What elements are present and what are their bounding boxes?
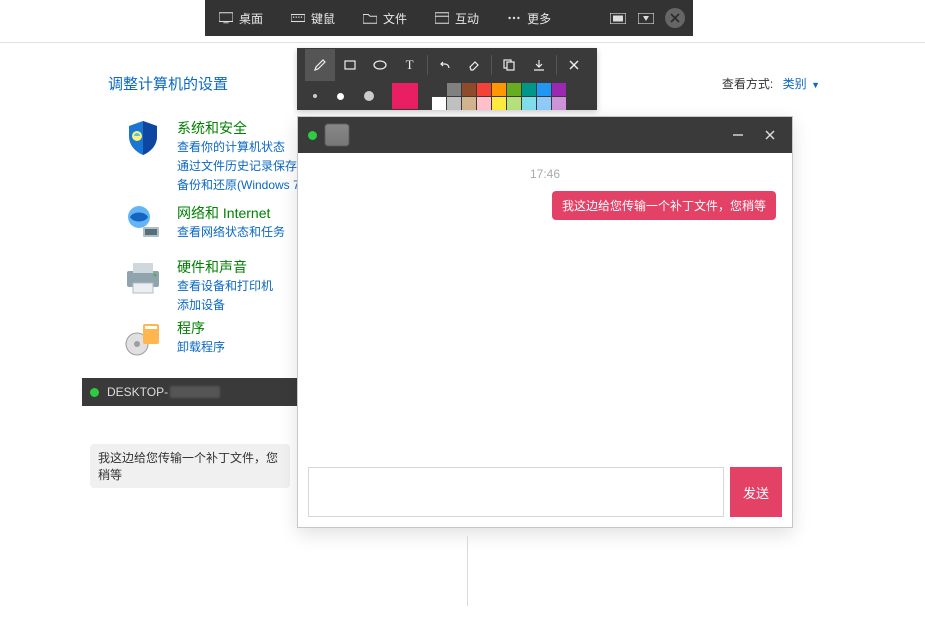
chat-window: 17:46 我这边给您传输一个补丁文件，您稍等 发送 xyxy=(297,116,793,528)
category-title-link[interactable]: 硬件和声音 xyxy=(177,257,273,277)
view-by: 查看方式: 类别 ▼ xyxy=(722,75,820,92)
color-swatch[interactable] xyxy=(477,97,491,110)
color-swatch[interactable] xyxy=(537,97,551,110)
toolbar-keymouse[interactable]: 键鼠 xyxy=(277,0,349,36)
chat-input[interactable] xyxy=(308,467,724,517)
copy-button[interactable] xyxy=(494,49,524,81)
category-sublink[interactable]: 添加设备 xyxy=(177,296,273,315)
category-network: 网络和 Internet 查看网络状态和任务 xyxy=(123,203,285,243)
stroke-size-large[interactable] xyxy=(364,91,374,101)
color-swatch[interactable] xyxy=(462,83,476,96)
color-swatch[interactable] xyxy=(537,83,551,96)
category-programs: 程序 卸载程序 xyxy=(123,318,225,358)
current-color-swatch[interactable] xyxy=(392,83,418,109)
category-sublink[interactable]: 通过文件历史记录保存你 xyxy=(177,157,309,176)
category-sublink[interactable]: 卸载程序 xyxy=(177,338,225,357)
color-swatch[interactable] xyxy=(507,83,521,96)
toolbar-close-button[interactable] xyxy=(665,8,685,28)
toolbar-interact[interactable]: 互动 xyxy=(421,0,493,36)
undo-button[interactable] xyxy=(430,49,460,81)
color-swatches xyxy=(432,83,566,110)
toolbar-item-label: 互动 xyxy=(455,10,479,27)
color-swatch[interactable] xyxy=(432,83,446,96)
stroke-size-small[interactable] xyxy=(313,94,317,98)
category-sublink[interactable]: 查看网络状态和任务 xyxy=(177,223,285,242)
redacted-text xyxy=(170,386,220,398)
eraser-tool[interactable] xyxy=(459,49,489,81)
category-title-link[interactable]: 系统和安全 xyxy=(177,118,309,138)
view-by-dropdown[interactable]: 类别 ▼ xyxy=(783,77,820,91)
window-icon xyxy=(435,12,449,24)
category-system-security: 系统和安全 查看你的计算机状态 通过文件历史记录保存你 备份和还原(Window… xyxy=(123,118,309,196)
toolbar-more[interactable]: 更多 xyxy=(493,0,565,36)
color-swatch[interactable] xyxy=(462,97,476,110)
background-chat-titlebar[interactable]: DESKTOP- xyxy=(82,378,298,406)
programs-icon xyxy=(123,318,163,358)
window-minimize-button[interactable] xyxy=(722,117,754,153)
window-close-button[interactable] xyxy=(754,117,786,153)
toolbar-item-label: 桌面 xyxy=(239,10,263,27)
category-hardware-sound: 硬件和声音 查看设备和打印机 添加设备 xyxy=(123,257,273,315)
background-chat-bubble: 我这边给您传输一个补丁文件，您稍等 xyxy=(90,444,290,488)
keyboard-icon xyxy=(291,12,305,24)
stroke-size-medium[interactable] xyxy=(337,93,344,100)
color-swatch[interactable] xyxy=(492,83,506,96)
toolbar-desktop[interactable]: 桌面 xyxy=(205,0,277,36)
remote-toolbar: 桌面 键鼠 文件 互动 更多 xyxy=(205,0,693,36)
toolbar-minimize-button[interactable] xyxy=(637,12,655,24)
annotation-close-button[interactable] xyxy=(559,49,589,81)
view-by-label: 查看方式: xyxy=(722,77,773,91)
color-swatch[interactable] xyxy=(522,97,536,110)
send-button[interactable]: 发送 xyxy=(730,467,782,517)
ellipsis-icon xyxy=(507,12,521,24)
divider xyxy=(467,536,468,606)
color-swatch[interactable] xyxy=(477,83,491,96)
pencil-tool[interactable] xyxy=(305,49,335,81)
color-swatch[interactable] xyxy=(432,97,446,110)
toolbar-item-label: 更多 xyxy=(527,10,551,27)
chat-titlebar[interactable] xyxy=(298,117,792,153)
rectangle-tool[interactable] xyxy=(335,49,365,81)
printer-icon xyxy=(123,257,163,297)
globe-network-icon xyxy=(123,203,163,243)
text-tool[interactable]: T xyxy=(395,49,425,81)
shield-icon xyxy=(123,118,163,158)
color-swatch[interactable] xyxy=(552,83,566,96)
download-button[interactable] xyxy=(524,49,554,81)
color-swatch[interactable] xyxy=(507,97,521,110)
chat-timestamp: 17:46 xyxy=(314,167,776,181)
monitor-icon xyxy=(219,12,233,24)
category-sublink[interactable]: 备份和还原(Windows 7 xyxy=(177,176,309,195)
background-chat-panel: DESKTOP- 我这边给您传输一个补丁文件，您稍等 xyxy=(82,378,298,486)
folder-icon xyxy=(363,12,377,24)
control-panel-title: 调整计算机的设置 xyxy=(108,73,228,94)
color-swatch[interactable] xyxy=(522,83,536,96)
toolbar-item-label: 文件 xyxy=(383,10,407,27)
color-swatch[interactable] xyxy=(447,97,461,110)
separator xyxy=(0,42,925,43)
category-title-link[interactable]: 网络和 Internet xyxy=(177,203,285,223)
annotation-toolbar: T xyxy=(297,48,597,110)
status-dot-icon xyxy=(308,131,317,140)
avatar xyxy=(325,124,349,146)
chat-message-area: 17:46 我这边给您传输一个补丁文件，您稍等 xyxy=(298,153,792,467)
color-swatch[interactable] xyxy=(492,97,506,110)
toolbar-item-label: 键鼠 xyxy=(311,10,335,27)
chevron-down-icon: ▼ xyxy=(809,80,820,90)
status-dot-icon xyxy=(90,388,99,397)
color-swatch[interactable] xyxy=(552,97,566,110)
category-sublink[interactable]: 查看你的计算机状态 xyxy=(177,138,309,157)
background-chat-title-text: DESKTOP- xyxy=(107,385,168,399)
chat-message-bubble: 我这边给您传输一个补丁文件，您稍等 xyxy=(552,191,776,220)
color-swatch[interactable] xyxy=(447,83,461,96)
toolbar-file[interactable]: 文件 xyxy=(349,0,421,36)
category-title-link[interactable]: 程序 xyxy=(177,318,225,338)
toolbar-fullscreen-button[interactable] xyxy=(609,12,627,24)
ellipse-tool[interactable] xyxy=(365,49,395,81)
category-sublink[interactable]: 查看设备和打印机 xyxy=(177,277,273,296)
